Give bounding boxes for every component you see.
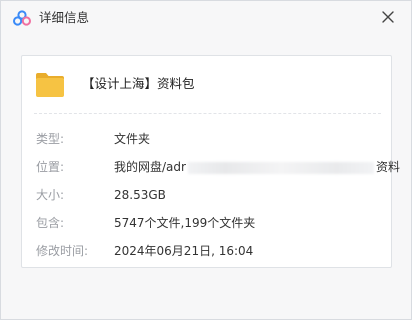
modified-label: 修改时间:	[36, 244, 89, 258]
dialog-titlebar: 详细信息	[1, 1, 411, 35]
details-card: 【设计上海】资料包 类型: 文件夹 位置: 我的网盘/adr 资料 大小: 28.…	[21, 55, 400, 268]
close-icon	[382, 11, 394, 23]
contains-value: 5747个文件,199个文件夹	[114, 216, 256, 230]
details-dialog: 详细信息 【设计上海】资料包 类型: 文件夹 位置: 我的网盘/adr 资料 大小…	[0, 0, 412, 320]
detail-row-size: 大小: 28.53GB	[36, 186, 386, 204]
size-value: 28.53GB	[114, 188, 166, 202]
close-button[interactable]	[377, 6, 399, 28]
detail-row-contains: 包含: 5747个文件,199个文件夹	[36, 214, 386, 232]
cloud-logo-icon	[13, 10, 31, 26]
location-prefix: 我的网盘/adr	[114, 160, 186, 174]
location-label: 位置:	[36, 160, 65, 174]
location-value[interactable]: 我的网盘/adr 资料	[114, 158, 400, 176]
redacted-path	[187, 161, 374, 174]
divider	[34, 113, 381, 114]
detail-row-type: 类型: 文件夹	[36, 130, 386, 148]
modified-value: 2024年06月21日, 16:04	[114, 244, 254, 258]
file-name: 【设计上海】资料包	[82, 76, 195, 91]
type-value: 文件夹	[114, 132, 151, 146]
size-label: 大小:	[36, 188, 65, 202]
location-suffix: 资料	[375, 160, 400, 174]
detail-row-location: 位置: 我的网盘/adr 资料	[36, 158, 400, 176]
type-label: 类型:	[36, 132, 65, 146]
folder-icon	[36, 73, 64, 97]
dialog-title: 详细信息	[39, 10, 90, 25]
detail-row-modified: 修改时间: 2024年06月21日, 16:04	[36, 242, 386, 260]
contains-label: 包含:	[36, 216, 65, 230]
